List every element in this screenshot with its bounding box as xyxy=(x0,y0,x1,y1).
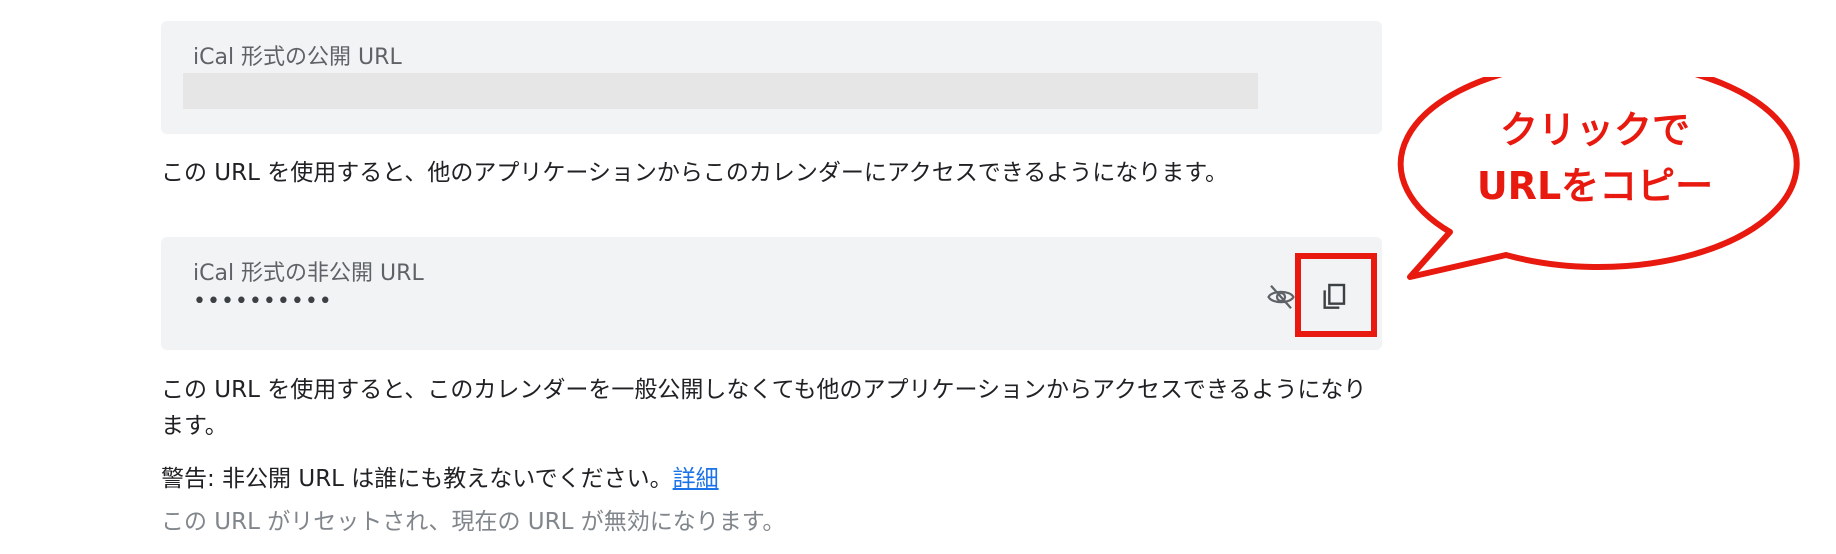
public-url-description: この URL を使用すると、他のアプリケーションからこのカレンダーにアクセスでき… xyxy=(161,160,1228,186)
callout-line-1: クリックで xyxy=(1499,108,1690,152)
private-url-masked-value: •••••••••• xyxy=(193,289,333,314)
show-url-button[interactable] xyxy=(1263,279,1299,315)
public-url-value[interactable] xyxy=(183,73,1258,109)
private-url-field: iCal 形式の非公開 URL •••••••••• xyxy=(161,237,1382,350)
details-link[interactable]: 詳細 xyxy=(673,466,719,492)
reset-note: この URL がリセットされ、現在の URL が無効になります。 xyxy=(161,509,786,535)
public-url-label: iCal 形式の公開 URL xyxy=(193,45,402,70)
copy-button-highlight xyxy=(1295,253,1377,337)
warning-message: 警告: 非公開 URL は誰にも教えないでください。 xyxy=(161,466,673,492)
public-url-field: iCal 形式の公開 URL xyxy=(161,21,1382,134)
eye-off-icon xyxy=(1267,285,1295,309)
private-url-description: この URL を使用すると、このカレンダーを一般公開しなくても他のアプリケーショ… xyxy=(161,377,1367,439)
warning-text: 警告: 非公開 URL は誰にも教えないでください。詳細 xyxy=(161,461,1382,497)
private-url-label: iCal 形式の非公開 URL xyxy=(193,261,424,286)
callout-line-2: URLをコピー xyxy=(1476,164,1714,208)
callout-text: クリックで URLをコピー xyxy=(1420,102,1770,214)
